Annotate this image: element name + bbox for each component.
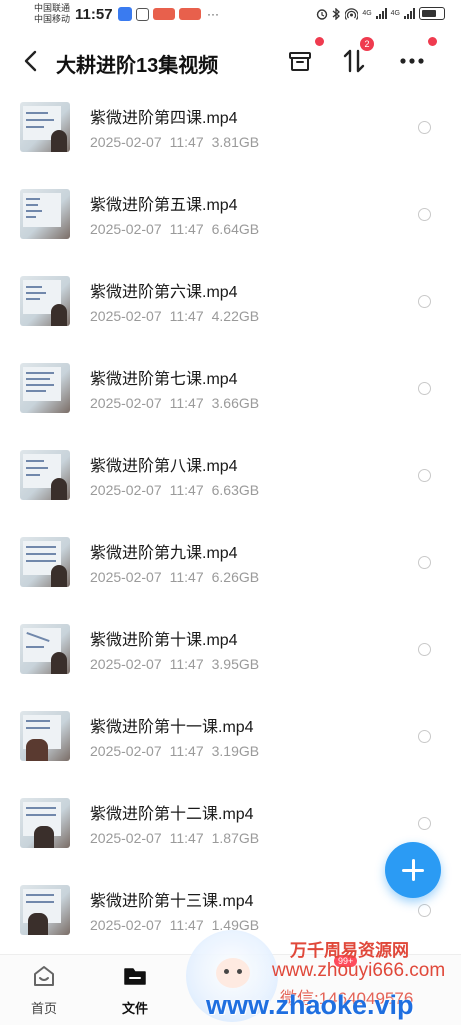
watermark-text: www.zhouyi666.com [272, 960, 446, 981]
system-icons: 4G 4G [316, 7, 445, 20]
status-bar: 中国联通 中国移动 11:57 ··· 4G 4G [0, 0, 461, 30]
more-notification-dot [428, 37, 437, 46]
video-thumbnail [20, 189, 70, 239]
video-thumbnail [20, 102, 70, 152]
video-thumbnail [20, 537, 70, 587]
file-meta: 2025-02-07 11:47 6.64GB [90, 221, 260, 237]
select-radio[interactable] [418, 295, 431, 308]
archive-icon[interactable] [284, 45, 316, 77]
file-meta: 2025-02-07 11:47 6.63GB [90, 482, 260, 498]
file-name: 紫微进阶第五课.mp4 [90, 197, 238, 214]
select-radio[interactable] [418, 904, 431, 917]
watermark-text: www.zhaoke.vip [206, 990, 414, 1020]
signal-1-icon [375, 8, 387, 19]
file-meta: 2025-02-07 11:47 3.66GB [90, 395, 260, 411]
file-row[interactable]: 紫微进阶第七课.mp4 2025-02-07 11:47 3.66GB [0, 345, 461, 432]
page-title: 大耕进阶13集视频 [56, 55, 219, 77]
bluetooth-icon [332, 7, 341, 20]
tab-home-label: 首页 [30, 1001, 57, 1016]
file-name: 紫微进阶第九课.mp4 [90, 545, 238, 562]
video-thumbnail [20, 798, 70, 848]
app-header: 大耕进阶13集视频 2 [0, 37, 461, 84]
select-radio[interactable] [418, 382, 431, 395]
file-meta: 2025-02-07 11:47 6.26GB [90, 569, 260, 585]
file-name: 紫微进阶第七课.mp4 [90, 371, 238, 388]
app-notification-icon [153, 8, 175, 20]
tab-files[interactable]: 文件 [105, 963, 165, 1017]
home-icon [34, 966, 54, 986]
file-row[interactable]: 紫微进阶第十一课.mp4 2025-02-07 11:47 3.19GB [0, 693, 461, 780]
file-name: 紫微进阶第十课.mp4 [90, 632, 238, 649]
carrier-info: 中国联通 中国移动 [34, 3, 71, 24]
archive-notification-dot [315, 37, 324, 46]
network-type-2: 4G [390, 10, 400, 17]
file-name: 紫微进阶第十二课.mp4 [90, 806, 254, 823]
file-meta: 2025-02-07 11:47 3.81GB [90, 134, 260, 150]
file-name: 紫微进阶第十三课.mp4 [90, 893, 254, 910]
video-thumbnail [20, 885, 70, 935]
video-thumbnail [20, 276, 70, 326]
watermark-text: 万千周易资源网 [290, 941, 409, 960]
tab-home[interactable]: 首页 [14, 963, 74, 1017]
video-thumbnail [20, 363, 70, 413]
more-notifications-icon: ··· [207, 7, 219, 21]
select-radio[interactable] [418, 208, 431, 221]
folder-icon [124, 968, 146, 985]
file-meta: 2025-02-07 11:47 3.19GB [90, 743, 260, 759]
file-row[interactable]: 紫微进阶第八课.mp4 2025-02-07 11:47 6.63GB [0, 432, 461, 519]
video-thumbnail [20, 450, 70, 500]
file-row[interactable]: 紫微进阶第十课.mp4 2025-02-07 11:47 3.95GB [0, 606, 461, 693]
more-options-icon[interactable] [396, 45, 428, 77]
add-fab-button[interactable] [385, 842, 441, 898]
status-time: 11:57 [75, 6, 113, 23]
video-thumbnail [20, 711, 70, 761]
file-meta: 2025-02-07 11:47 3.95GB [90, 656, 260, 672]
select-radio[interactable] [418, 469, 431, 482]
file-row[interactable]: 紫微进阶第六课.mp4 2025-02-07 11:47 4.22GB [0, 258, 461, 345]
alarm-icon [317, 8, 328, 20]
signal-2-icon [404, 8, 415, 19]
video-thumbnail [20, 624, 70, 674]
file-meta: 2025-02-07 11:47 1.87GB [90, 830, 260, 846]
select-radio[interactable] [418, 556, 431, 569]
file-name: 紫微进阶第四课.mp4 [90, 110, 238, 127]
select-radio[interactable] [418, 817, 431, 830]
back-arrow-icon[interactable] [20, 49, 42, 73]
file-row[interactable]: 紫微进阶第四课.mp4 2025-02-07 11:47 3.81GB [0, 84, 461, 171]
file-row[interactable]: 紫微进阶第五课.mp4 2025-02-07 11:47 6.64GB [0, 171, 461, 258]
transfer-count-badge: 2 [360, 37, 374, 51]
select-radio[interactable] [418, 121, 431, 134]
file-name: 紫微进阶第六课.mp4 [90, 284, 238, 301]
select-radio[interactable] [418, 643, 431, 656]
app-u-icon [136, 7, 149, 21]
notification-icons: ··· [118, 7, 219, 21]
file-meta: 2025-02-07 11:47 4.22GB [90, 308, 260, 324]
file-name: 紫微进阶第十一课.mp4 [90, 719, 254, 736]
battery-icon [419, 7, 445, 20]
file-name: 紫微进阶第八课.mp4 [90, 458, 238, 475]
select-radio[interactable] [418, 730, 431, 743]
app-shield-icon [118, 7, 132, 21]
network-type-1: 4G [362, 10, 372, 17]
hotspot-icon [345, 7, 359, 20]
file-row[interactable]: 紫微进阶第九课.mp4 2025-02-07 11:47 6.26GB [0, 519, 461, 606]
tab-files-label: 文件 [121, 1001, 148, 1016]
app-notification-icon [179, 8, 201, 20]
